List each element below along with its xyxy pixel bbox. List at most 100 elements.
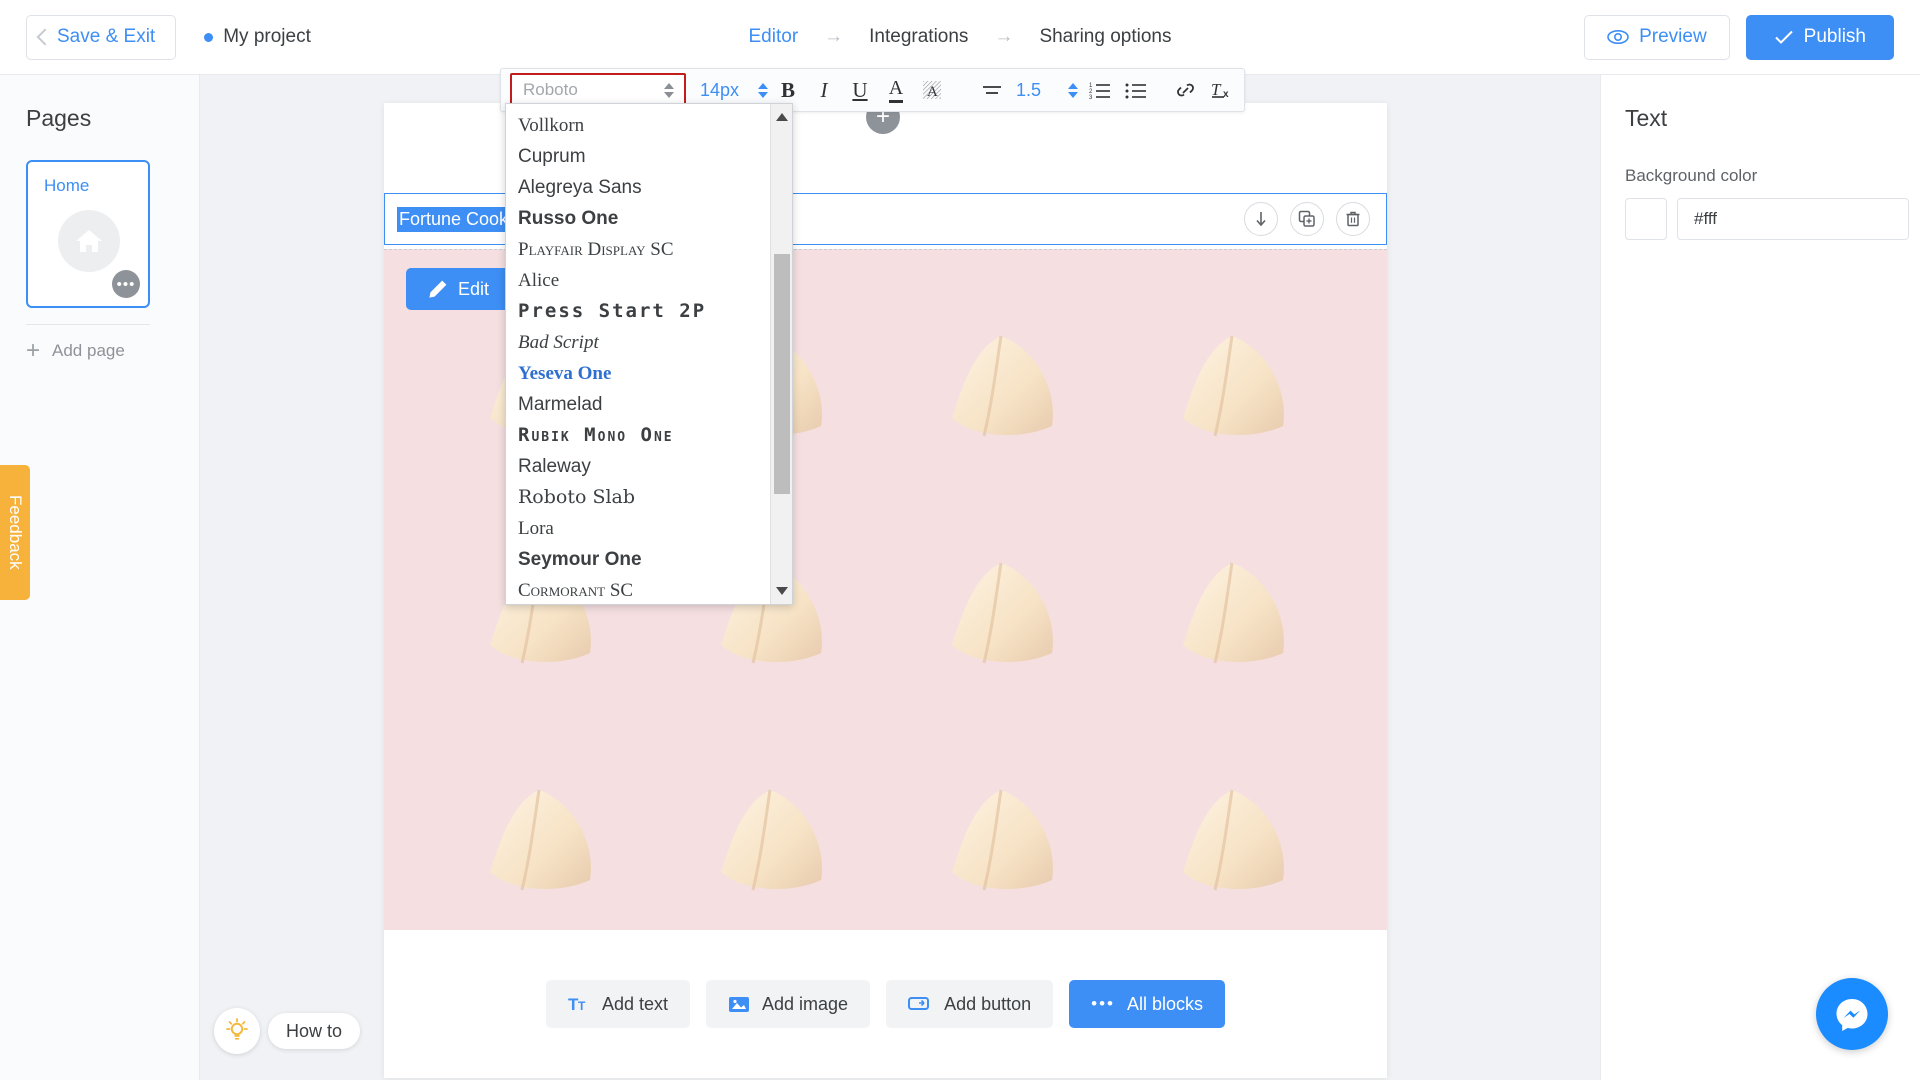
- svg-text:x: x: [1223, 89, 1229, 100]
- add-button-label: Add button: [944, 993, 1032, 1014]
- selected-text[interactable]: Fortune Cook: [397, 206, 511, 232]
- project-name-label: My project: [223, 26, 311, 47]
- underline-button[interactable]: U: [842, 73, 878, 107]
- font-family-dropdown[interactable]: Vollkorn Cuprum Alegreya Sans Russo One …: [505, 103, 793, 605]
- align-button[interactable]: [974, 73, 1010, 107]
- duplicate-icon: [1298, 210, 1315, 227]
- font-option[interactable]: Marmelad: [506, 389, 770, 420]
- block-controls: [1244, 202, 1370, 236]
- font-option[interactable]: Russo One: [506, 203, 770, 234]
- font-family-value: Roboto: [523, 80, 578, 99]
- italic-icon: I: [820, 77, 828, 102]
- trash-icon: [1346, 211, 1360, 227]
- font-option[interactable]: Press Start 2P: [506, 296, 770, 327]
- font-size-value: 14px: [700, 79, 740, 100]
- font-size-spinner-icon: [758, 82, 768, 98]
- dropdown-scrollbar[interactable]: [770, 104, 792, 604]
- text-color-button[interactable]: A: [878, 73, 914, 107]
- add-text-label: Add text: [601, 993, 668, 1014]
- font-option[interactable]: Cormorant SC: [506, 575, 770, 604]
- link-button[interactable]: [1168, 73, 1204, 107]
- edit-label: Edit: [458, 278, 490, 299]
- chevron-left-icon: [36, 28, 54, 46]
- link-icon: [1177, 83, 1194, 97]
- add-page-button[interactable]: + Add page: [26, 339, 199, 363]
- page-thumbnail-home[interactable]: Home •••: [26, 160, 150, 308]
- font-option[interactable]: Alice: [506, 265, 770, 296]
- font-size-select[interactable]: 14px: [696, 73, 770, 107]
- top-bar-actions: Preview Publish: [1584, 14, 1894, 60]
- background-color-row: [1625, 198, 1920, 240]
- font-option[interactable]: Seymour One: [506, 544, 770, 575]
- scroll-down-arrow-icon[interactable]: [771, 580, 793, 602]
- edit-block-button[interactable]: Edit: [406, 268, 512, 310]
- clear-format-icon: T x: [1211, 80, 1229, 100]
- background-color-label: Background color: [1625, 166, 1758, 185]
- font-option[interactable]: Lora: [506, 513, 770, 544]
- save-and-exit-button[interactable]: Save & Exit: [26, 14, 177, 60]
- highlight-color-button[interactable]: A: [914, 73, 950, 107]
- clear-format-button[interactable]: T x: [1204, 73, 1240, 107]
- highlight-icon: A: [923, 81, 941, 100]
- dots-icon: •••: [1091, 994, 1115, 1013]
- font-option[interactable]: Bad Script: [506, 327, 770, 358]
- add-image-button[interactable]: Add image: [706, 980, 871, 1028]
- bullet-list-button[interactable]: [1118, 73, 1154, 107]
- font-family-select[interactable]: Roboto: [510, 73, 686, 107]
- add-text-button[interactable]: T T Add text: [545, 980, 690, 1028]
- scrollbar-thumb[interactable]: [774, 254, 790, 494]
- svg-text:T: T: [1211, 80, 1222, 99]
- step-editor[interactable]: Editor: [749, 26, 799, 48]
- font-option[interactable]: Roboto Slab: [506, 482, 770, 513]
- pencil-icon: [429, 280, 447, 298]
- how-to-label: How to: [286, 1020, 343, 1041]
- font-option[interactable]: Playfair Display SC: [506, 234, 770, 265]
- duplicate-button[interactable]: [1290, 202, 1324, 236]
- add-button-button[interactable]: Add button: [886, 980, 1054, 1028]
- font-option-list: Vollkorn Cuprum Alegreya Sans Russo One …: [506, 104, 770, 604]
- font-option[interactable]: Cuprum: [506, 141, 770, 172]
- feedback-tab[interactable]: Feedback: [0, 465, 30, 600]
- step-integrations[interactable]: Integrations: [869, 26, 968, 48]
- page-menu-button[interactable]: •••: [112, 270, 140, 298]
- font-option[interactable]: Alegreya Sans: [506, 172, 770, 203]
- preview-button[interactable]: Preview: [1584, 14, 1730, 60]
- image-icon: [729, 997, 749, 1012]
- color-swatch[interactable]: [1625, 198, 1667, 240]
- line-height-spinner-icon: [1068, 82, 1078, 98]
- messenger-icon: [1836, 999, 1868, 1031]
- top-bar: Save & Exit My project Editor → Integrat…: [0, 0, 1920, 75]
- how-to-widget: How to: [214, 1008, 361, 1054]
- sidebar-divider: [26, 324, 150, 325]
- pages-title: Pages: [26, 105, 92, 131]
- block-add-bar: T T Add text Add image Add button ••• Al…: [384, 930, 1387, 1078]
- canvas-area: Fortune Cook Edit T T Add text Add image…: [200, 75, 1600, 1080]
- preview-label: Preview: [1639, 26, 1707, 47]
- scroll-up-arrow-icon[interactable]: [771, 106, 793, 128]
- font-option[interactable]: Raleway: [506, 451, 770, 482]
- publish-button[interactable]: Publish: [1745, 14, 1894, 60]
- font-option[interactable]: Rubik Mono One: [506, 420, 770, 451]
- text-settings-panel: Text Background color: [1600, 75, 1920, 1080]
- lightbulb-icon[interactable]: [214, 1008, 260, 1054]
- font-option-selected[interactable]: Yeseva One: [506, 358, 770, 389]
- background-color-input[interactable]: [1677, 198, 1909, 240]
- font-option[interactable]: Vollkorn: [506, 110, 770, 141]
- italic-button[interactable]: I: [806, 73, 842, 107]
- ordered-list-button[interactable]: 1 2 3: [1082, 73, 1118, 107]
- home-icon: [58, 210, 120, 272]
- ordered-list-icon: 1 2 3: [1089, 83, 1110, 99]
- move-down-button[interactable]: [1244, 202, 1278, 236]
- line-height-select[interactable]: 1.5: [1010, 73, 1082, 107]
- bold-button[interactable]: B: [770, 73, 806, 107]
- all-blocks-button[interactable]: ••• All blocks: [1069, 980, 1226, 1028]
- messenger-chat-button[interactable]: [1816, 978, 1888, 1050]
- step-sharing-options[interactable]: Sharing options: [1039, 26, 1171, 48]
- underline-icon: U: [852, 77, 868, 102]
- how-to-button[interactable]: How to: [268, 1013, 361, 1049]
- project-name-area[interactable]: My project: [204, 26, 311, 48]
- button-icon: [908, 997, 930, 1010]
- delete-button[interactable]: [1336, 202, 1370, 236]
- check-icon: [1774, 30, 1793, 44]
- arrow-right-icon: →: [824, 26, 844, 47]
